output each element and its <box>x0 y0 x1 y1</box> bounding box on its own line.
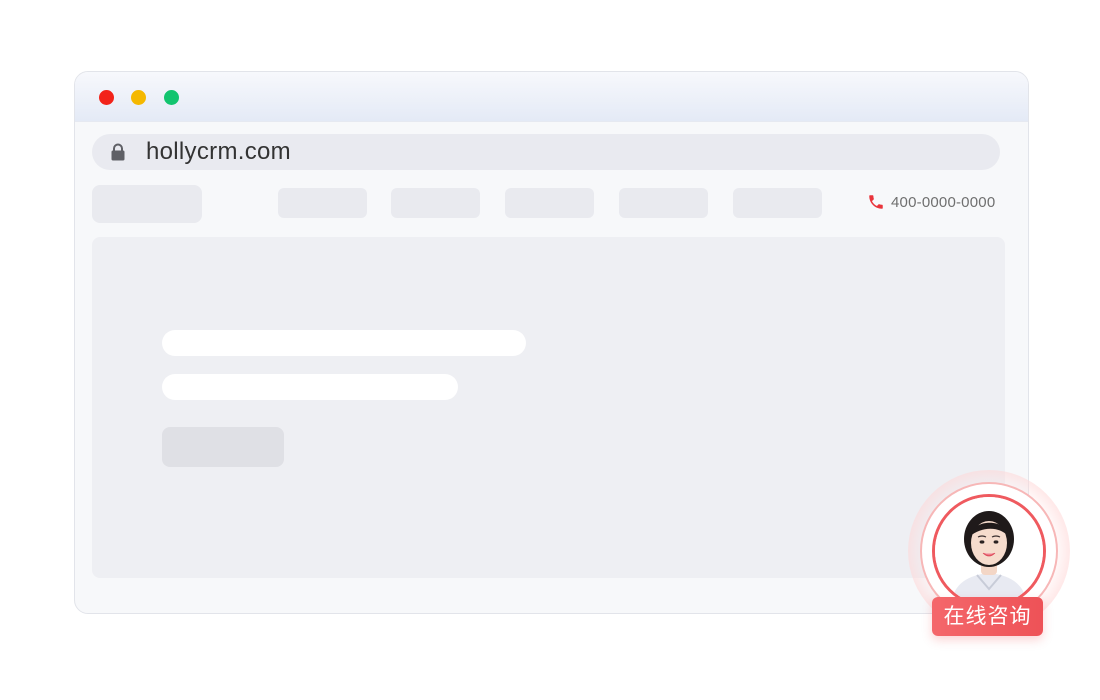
online-consult-button[interactable]: 在线咨询 <box>932 597 1043 636</box>
page: hollycrm.com 400-0000-0000 在线咨询 <box>0 0 1100 700</box>
nav-item-placeholder[interactable] <box>505 188 594 218</box>
url-text: hollycrm.com <box>146 138 291 165</box>
hero-placeholder <box>92 237 1005 578</box>
lock-icon <box>111 143 125 161</box>
cta-button-placeholder[interactable] <box>162 427 284 467</box>
nav-item-placeholder[interactable] <box>733 188 822 218</box>
agent-avatar <box>935 497 1043 605</box>
nav-item-placeholder[interactable] <box>278 188 367 218</box>
minimize-window-button[interactable] <box>131 90 146 105</box>
browser-window: hollycrm.com 400-0000-0000 <box>74 71 1029 614</box>
title-bar <box>75 72 1028 122</box>
nav-item-placeholder[interactable] <box>619 188 708 218</box>
phone-number: 400-0000-0000 <box>891 193 996 211</box>
online-consult-widget[interactable]: 在线咨询 <box>908 470 1070 640</box>
nav-item-placeholder[interactable] <box>391 188 480 218</box>
subheadline-placeholder <box>162 374 458 400</box>
consult-avatar-frame[interactable] <box>932 494 1046 608</box>
address-bar[interactable]: hollycrm.com <box>92 134 1000 170</box>
maximize-window-button[interactable] <box>164 90 179 105</box>
phone-icon <box>869 195 883 209</box>
hotline[interactable]: 400-0000-0000 <box>867 191 995 213</box>
headline-placeholder <box>162 330 526 356</box>
logo-placeholder[interactable] <box>92 185 202 223</box>
close-window-button[interactable] <box>99 90 114 105</box>
